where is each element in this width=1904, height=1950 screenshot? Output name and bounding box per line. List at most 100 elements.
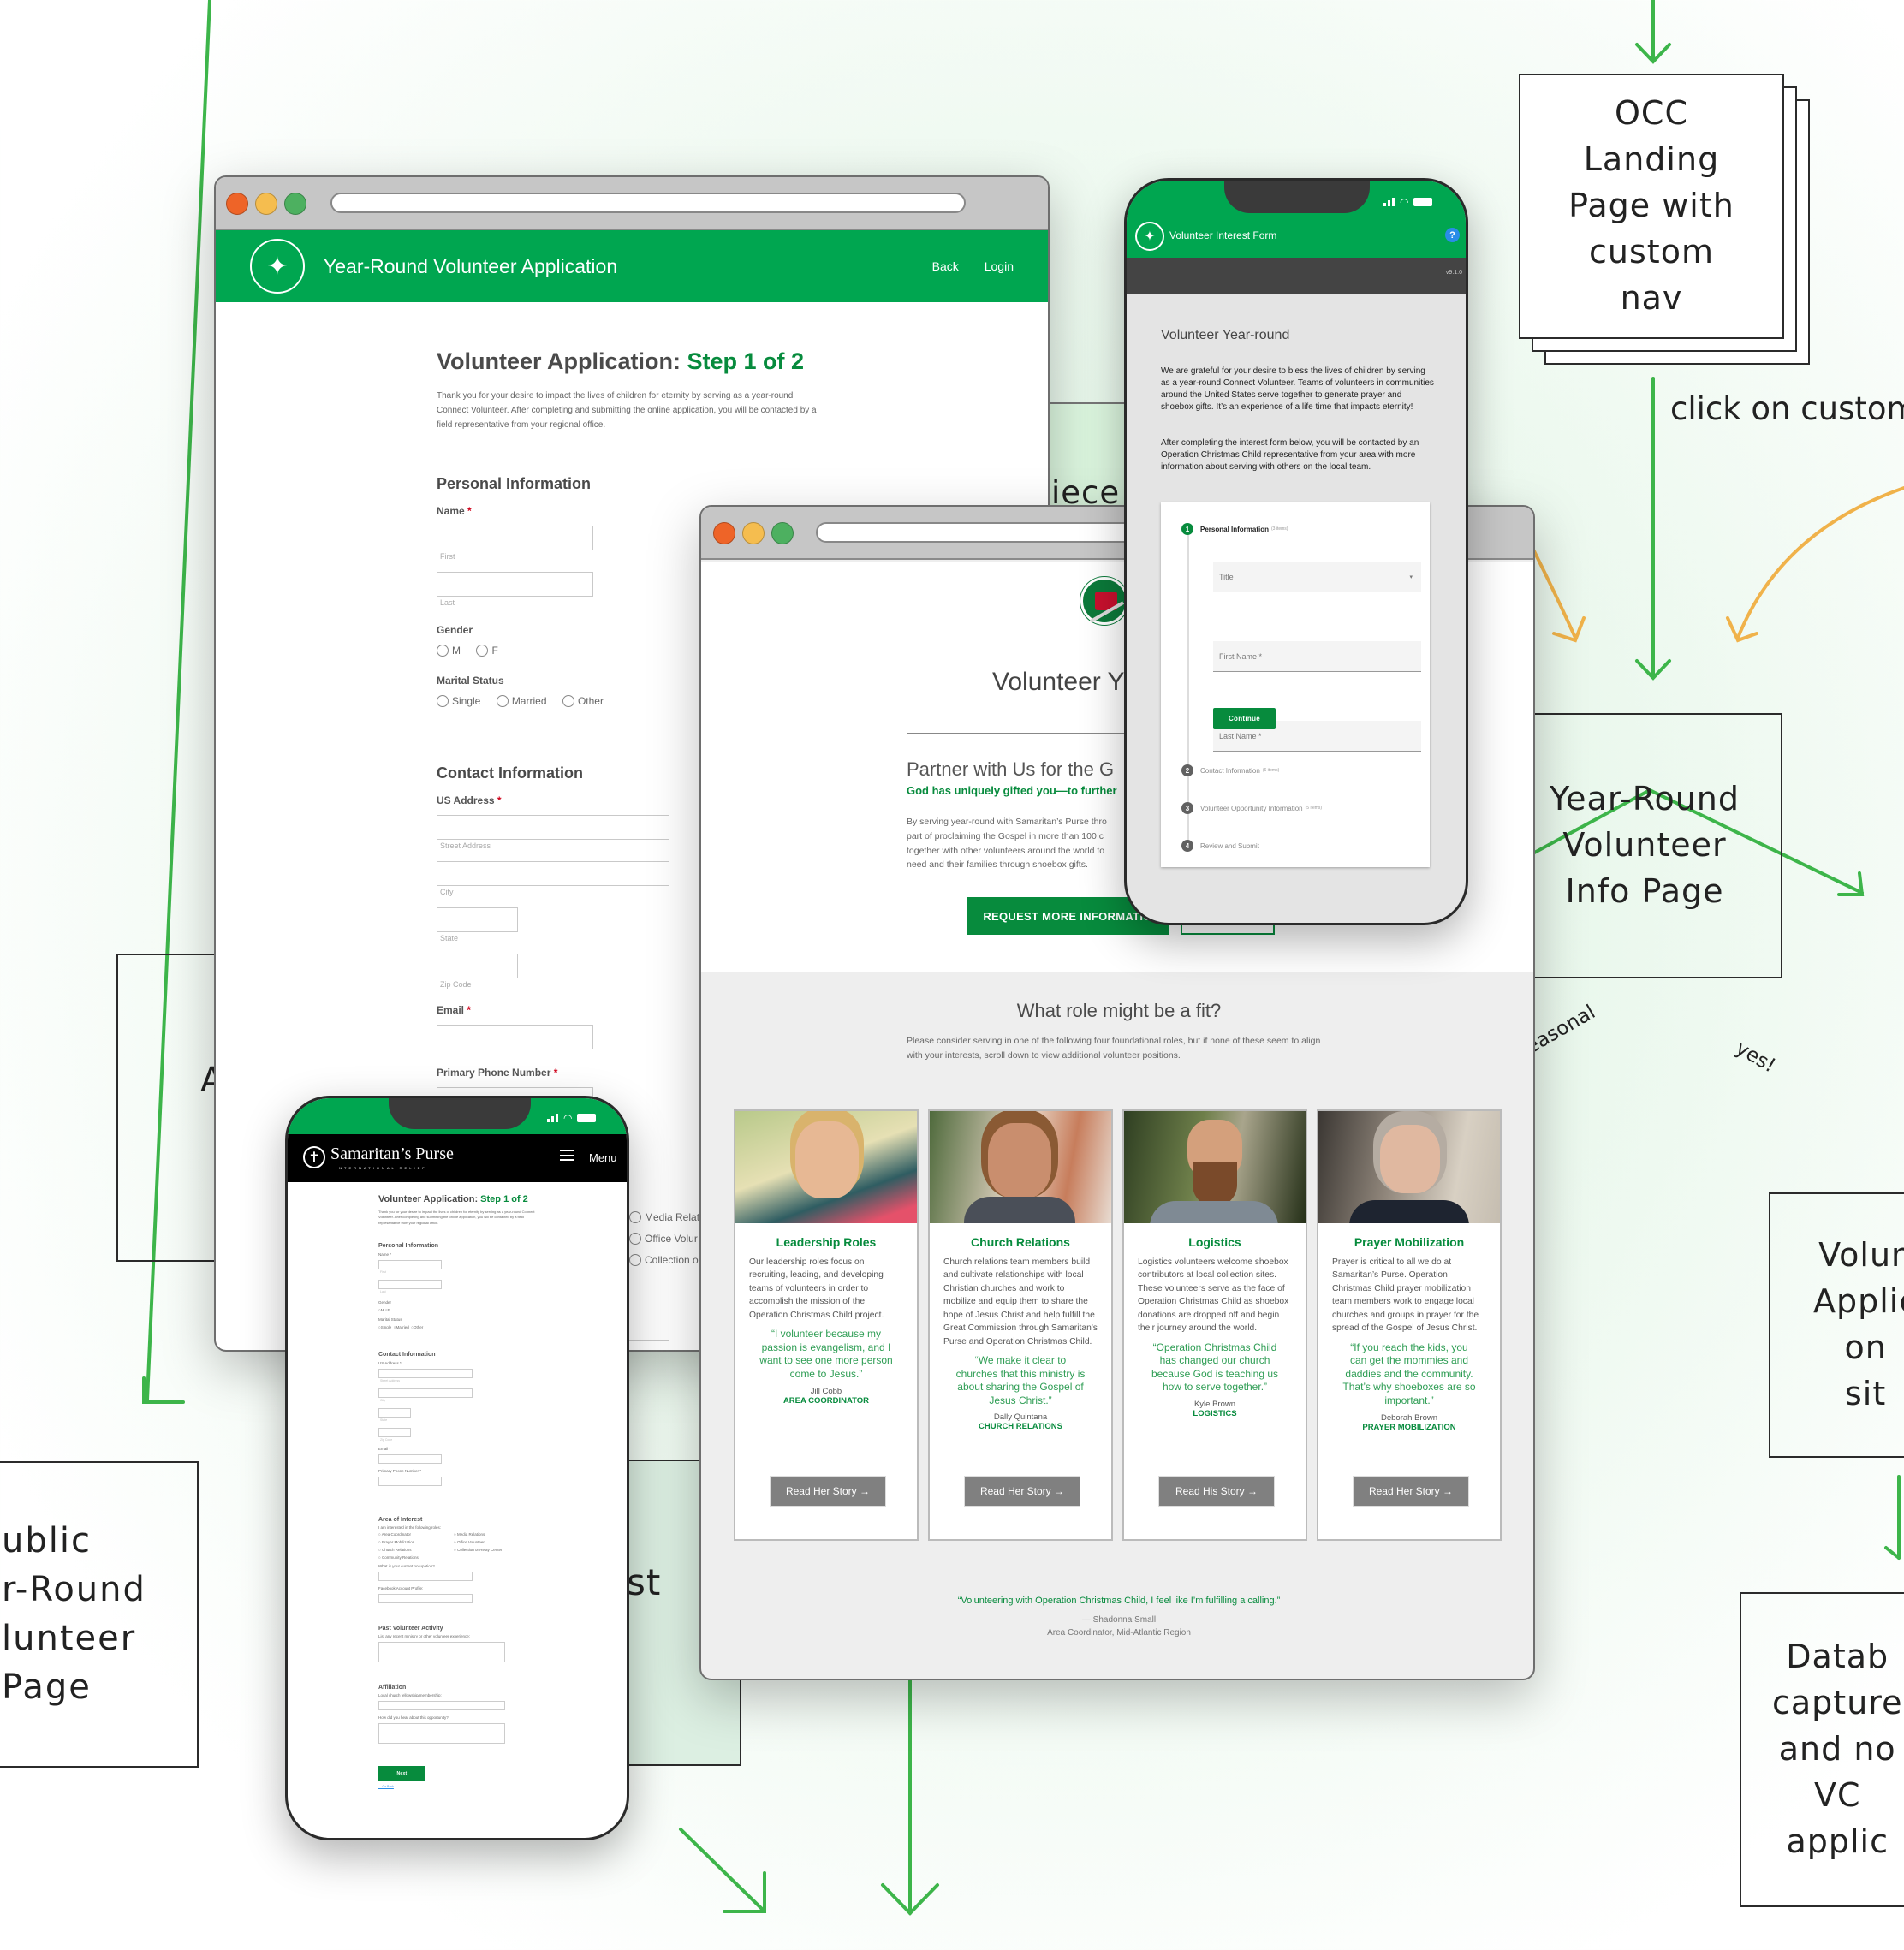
continue-button[interactable]: Continue <box>1213 708 1276 729</box>
info-heading: Volunteer Y <box>992 668 1125 696</box>
step-1[interactable]: 1 Personal Information (3 items) <box>1181 523 1288 535</box>
mobile-occupation-input[interactable] <box>378 1572 473 1582</box>
last-name-input[interactable] <box>437 572 593 597</box>
role-position: CHURCH RELATIONS <box>979 1422 1062 1432</box>
arrowhead-vol-app <box>1884 1546 1901 1560</box>
mobile-facebook-input[interactable] <box>378 1594 473 1604</box>
flow-label-yes: yes! <box>1731 1037 1780 1078</box>
interest-option[interactable]: ○ Church Relations <box>378 1548 454 1552</box>
arrowhead-yes <box>1837 871 1865 896</box>
mobile-name-label: Name * <box>378 1252 392 1257</box>
phone-interest-form: ◠ ✦ Volunteer Interest Form ? v9.1.0 Vol… <box>1124 178 1468 925</box>
interest-option[interactable]: ○ Media Relations <box>454 1532 503 1537</box>
read-story-button[interactable]: Read Her Story → <box>964 1476 1080 1507</box>
marital-radio-single[interactable]: Single <box>437 695 480 707</box>
minimize-dot-icon[interactable] <box>742 522 765 544</box>
role-card: Leadership Roles Our leadership roles fo… <box>734 1109 919 1541</box>
partner-body: By serving year-round with Samaritan’s P… <box>907 817 1107 871</box>
step-indicator: Step 1 of 2 <box>687 348 805 374</box>
mobile-phone-input[interactable] <box>378 1477 442 1487</box>
gender-radio-m[interactable]: M <box>437 645 461 657</box>
mobile-hear-input[interactable] <box>378 1723 505 1745</box>
nav-login-link[interactable]: Login <box>985 259 1014 273</box>
city-input[interactable] <box>437 861 669 886</box>
version-bar: v9.1.0 <box>1127 258 1466 294</box>
marital-radio-other[interactable]: Other <box>562 695 604 707</box>
mobile-zip-input[interactable] <box>378 1428 411 1438</box>
address-bar[interactable] <box>330 193 966 213</box>
interest-office-volunteer[interactable]: Office Volur <box>629 1233 699 1245</box>
flow-box-database[interactable]: Datab capture and no VC applic <box>1740 1592 1904 1907</box>
mobile-church-input[interactable] <box>378 1701 505 1711</box>
minimize-dot-icon[interactable] <box>255 193 277 215</box>
flow-box-info-page[interactable]: Year-Round Volunteer Info Page <box>1507 713 1782 978</box>
flow-box-hidden-bottom-text: st <box>627 1561 662 1603</box>
role-title: Leadership Roles <box>776 1235 877 1249</box>
interest-option[interactable]: ○ Office Volunteer <box>454 1540 503 1544</box>
mobile-email-input[interactable] <box>378 1454 442 1465</box>
street-input[interactable] <box>437 815 669 840</box>
read-story-button[interactable]: Read Her Story → <box>770 1476 886 1507</box>
mobile-zip-sub: Zip Code <box>380 1438 393 1442</box>
first-name-input[interactable] <box>437 526 593 550</box>
flow-box-public-page[interactable]: ublic r-Round lunteer Page <box>0 1461 199 1768</box>
close-dot-icon[interactable] <box>226 193 248 215</box>
nav-back-link[interactable]: Back <box>932 259 959 273</box>
close-dot-icon[interactable] <box>713 522 735 544</box>
read-story-button[interactable]: Read His Story → <box>1158 1476 1275 1507</box>
state-input[interactable] <box>437 907 518 932</box>
role-photo <box>930 1111 1111 1223</box>
mobile-street-input[interactable] <box>378 1369 473 1379</box>
step-4[interactable]: 4 Review and Submit <box>1181 840 1259 852</box>
step-3[interactable]: 3 Volunteer Opportunity Information (5 ite… <box>1181 802 1322 814</box>
maximize-dot-icon[interactable] <box>771 522 794 544</box>
mobile-marital-options[interactable]: ○Single ○Married ○Other <box>378 1325 550 1329</box>
phone-mobile-application: ◠ ✝ Samaritan’s Purse INTERNATIONAL RELI… <box>285 1096 629 1840</box>
hamburger-icon[interactable] <box>560 1150 574 1161</box>
mobile-gender-label: Gender <box>378 1300 392 1305</box>
role-person: Kyle Brown <box>1193 1400 1236 1409</box>
menu-button[interactable]: Menu <box>589 1151 617 1164</box>
interest-option[interactable]: ○ Collection or Relay Center <box>454 1548 503 1552</box>
mobile-past-title: Past Volunteer Activity <box>378 1626 443 1632</box>
title-select[interactable]: Title ▾ <box>1213 562 1421 592</box>
role-desc: Prayer is critical to all we do at Samar… <box>1332 1257 1479 1334</box>
role-title: Prayer Mobilization <box>1354 1235 1465 1249</box>
mobile-interest-options: ○ Area Coordinator ○ Prayer Mobilization… <box>378 1532 550 1560</box>
step-2[interactable]: 2 Contact Information (6 items) <box>1181 764 1279 776</box>
interest-option[interactable]: ○ Prayer Mobilization <box>378 1540 454 1544</box>
marital-radio-married[interactable]: Married <box>496 695 547 707</box>
role-person: Deborah Brown <box>1380 1412 1437 1423</box>
interest-option[interactable]: ○ Area Coordinator <box>378 1532 454 1537</box>
role-quote: “Operation Christmas Child has changed o… <box>1151 1341 1279 1394</box>
mobile-next-button[interactable]: Next <box>378 1766 425 1781</box>
flow-box-volunteer-app-site[interactable]: Volun Applic on sit <box>1769 1192 1904 1458</box>
mobile-gender-options[interactable]: ○M ○F <box>378 1308 550 1312</box>
mobile-street-sub: Street Address <box>380 1379 400 1383</box>
first-name-field[interactable]: First Name * <box>1213 641 1421 672</box>
role-desc: Logistics volunteers welcome shoebox con… <box>1138 1257 1289 1334</box>
mobile-first-input[interactable] <box>378 1260 442 1270</box>
mobile-state-input[interactable] <box>378 1408 411 1418</box>
zip-input[interactable] <box>437 954 518 978</box>
mobile-city-sub: City <box>380 1399 386 1403</box>
flow-box-occ-landing[interactable]: OCC Landing Page with custom nav <box>1519 74 1784 339</box>
help-icon[interactable]: ? <box>1445 228 1460 242</box>
interest-media-relations[interactable]: Media Relat <box>629 1211 699 1223</box>
mobile-past-input[interactable] <box>378 1642 505 1663</box>
read-story-button[interactable]: Read Her Story → <box>1353 1476 1469 1507</box>
sp-brand: Samaritan’s Purse <box>330 1144 454 1163</box>
mobile-last-input[interactable] <box>378 1280 442 1290</box>
testimonial-quote: “Volunteering with Operation Christmas C… <box>957 1596 1281 1606</box>
mobile-interest-title: Area of Interest <box>378 1517 423 1524</box>
roles-intro: Please consider serving in one of the fo… <box>907 1036 1321 1061</box>
orange-head-left <box>1552 616 1586 643</box>
interest-collection[interactable]: Collection o <box>629 1254 699 1266</box>
occ-logo-icon: ✦ <box>1135 222 1164 251</box>
maximize-dot-icon[interactable] <box>284 193 306 215</box>
mobile-go-back-link[interactable]: ← Go Back <box>378 1785 550 1788</box>
gender-radio-f[interactable]: F <box>476 645 498 657</box>
interest-option[interactable]: ○ Community Relations <box>378 1555 454 1560</box>
mobile-city-input[interactable] <box>378 1388 473 1399</box>
email-input[interactable] <box>437 1025 593 1049</box>
